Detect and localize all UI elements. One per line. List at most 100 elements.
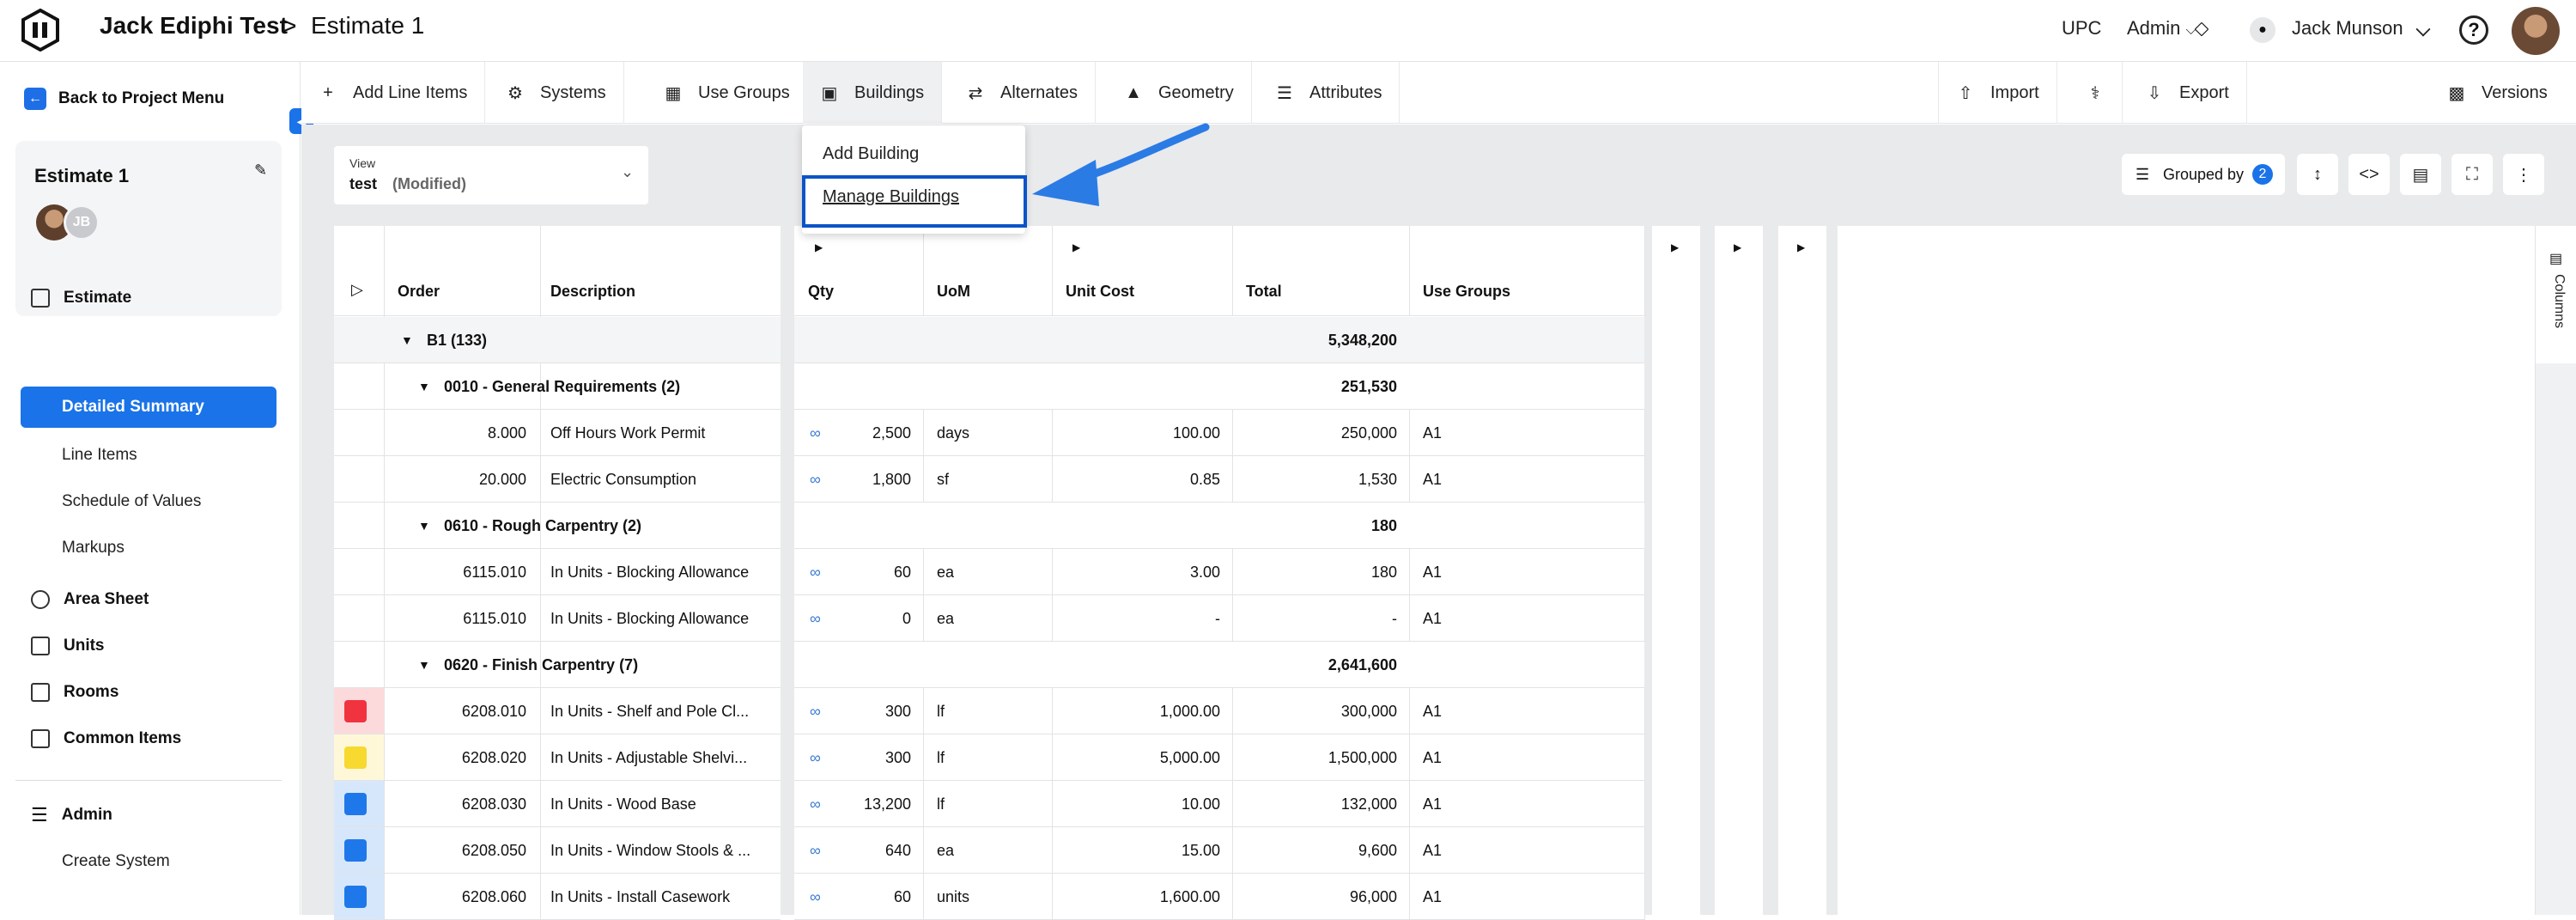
total-cell[interactable]: 1,530: [1232, 456, 1409, 503]
total-cell[interactable]: -: [1232, 595, 1409, 642]
unit-cost-cell[interactable]: 1,600.00: [1052, 874, 1232, 920]
unit-cost-cell[interactable]: 100.00: [1052, 410, 1232, 456]
systems-button[interactable]: ⚙ Systems: [489, 62, 624, 124]
link-icon[interactable]: ∞: [810, 595, 821, 642]
header-unit-cost[interactable]: Unit Cost: [1066, 283, 1134, 301]
color-tag[interactable]: [344, 839, 367, 862]
audit-button[interactable]: ⚕: [2069, 62, 2123, 124]
expand-collapse-icon[interactable]: ↕: [2297, 154, 2338, 195]
total-cell[interactable]: 300,000: [1232, 688, 1409, 734]
description-cell[interactable]: Off Hours Work Permit: [550, 410, 705, 456]
total-cell[interactable]: 9,600: [1232, 827, 1409, 874]
description-cell[interactable]: In Units - Install Casework: [550, 874, 730, 920]
help-icon[interactable]: ?: [2459, 15, 2488, 45]
use-group-cell[interactable]: A1: [1409, 595, 1644, 642]
table-row[interactable]: 20.000 Electric Consumption: [334, 456, 781, 503]
color-tag[interactable]: [344, 793, 367, 815]
versions-button[interactable]: ▩ Versions: [2430, 62, 2565, 124]
unit-cost-cell[interactable]: 3.00: [1052, 549, 1232, 595]
group-row[interactable]: 180: [794, 503, 1644, 549]
use-group-cell[interactable]: A1: [1409, 410, 1644, 456]
avatar[interactable]: [2512, 7, 2560, 55]
sidebar-item-estimate[interactable]: Estimate: [31, 289, 131, 308]
geometry-button[interactable]: ▲ Geometry: [1107, 62, 1252, 124]
add-building-menu-item[interactable]: Add Building: [823, 144, 919, 164]
user-menu[interactable]: Jack Munson: [2292, 17, 2403, 40]
sidebar-item-common-items[interactable]: Common Items: [31, 729, 181, 748]
table-row[interactable]: 6208.030 In Units - Wood Base: [334, 781, 781, 827]
table-row[interactable]: 6208.060 In Units - Install Casework: [334, 874, 781, 920]
table-row[interactable]: 6208.020 In Units - Adjustable Shelvi...: [334, 734, 781, 781]
unit-cost-cell[interactable]: 10.00: [1052, 781, 1232, 827]
columns-tab[interactable]: Columns ▤: [2535, 226, 2576, 363]
group-row[interactable]: ▼ 0620 - Finish Carpentry (7): [334, 642, 781, 688]
chevron-down-icon[interactable]: [2415, 21, 2431, 37]
app-logo-icon[interactable]: [21, 9, 60, 52]
group-row[interactable]: ▼ 0610 - Rough Carpentry (2): [334, 503, 781, 549]
use-group-cell[interactable]: A1: [1409, 734, 1644, 781]
group-row[interactable]: ▼ B1 (133): [334, 317, 781, 363]
uom-cell[interactable]: ea: [923, 827, 1052, 874]
use-group-cell[interactable]: A1: [1409, 456, 1644, 503]
uom-cell[interactable]: lf: [923, 781, 1052, 827]
header-order[interactable]: Order: [398, 283, 440, 301]
link-icon[interactable]: ∞: [810, 781, 821, 827]
table-row[interactable]: 13,200 lf 10.00 132,000 A1 ∞: [794, 781, 1645, 827]
total-cell[interactable]: 180: [1232, 549, 1409, 595]
link-icon[interactable]: ∞: [810, 456, 821, 503]
export-button[interactable]: ⇩ Export: [2128, 62, 2247, 124]
table-row[interactable]: 60 units 1,600.00 96,000 A1 ∞: [794, 874, 1645, 920]
caret-right-icon[interactable]: ▶: [1797, 241, 1805, 253]
company-label[interactable]: UPC: [2062, 17, 2101, 40]
sidebar-item-line-items[interactable]: Line Items: [62, 446, 137, 465]
grouped-by-button[interactable]: ☰ Grouped by 2: [2122, 154, 2285, 195]
fullscreen-icon[interactable]: ⛶: [2451, 154, 2493, 195]
unit-cost-cell[interactable]: 5,000.00: [1052, 734, 1232, 781]
header-qty[interactable]: Qty: [808, 283, 834, 301]
total-cell[interactable]: 96,000: [1232, 874, 1409, 920]
uom-cell[interactable]: lf: [923, 688, 1052, 734]
header-uom[interactable]: UoM: [937, 283, 970, 301]
order-cell[interactable]: 6208.010: [384, 688, 540, 734]
link-icon[interactable]: ∞: [810, 410, 821, 456]
order-cell[interactable]: 20.000: [384, 456, 540, 503]
caret-down-icon[interactable]: ▼: [418, 642, 430, 688]
group-row[interactable]: 5,348,200: [794, 317, 1644, 363]
use-group-cell[interactable]: A1: [1409, 781, 1644, 827]
uom-cell[interactable]: ea: [923, 549, 1052, 595]
sidebar-item-create-system[interactable]: Create System: [62, 852, 170, 871]
color-tag[interactable]: [344, 746, 367, 769]
table-row[interactable]: 300 lf 1,000.00 300,000 A1 ∞: [794, 688, 1645, 734]
uom-cell[interactable]: units: [923, 874, 1052, 920]
sidebar-item-rooms[interactable]: Rooms: [31, 683, 118, 702]
group-row[interactable]: 251,530: [794, 363, 1644, 410]
unit-cost-cell[interactable]: -: [1052, 595, 1232, 642]
caret-right-icon[interactable]: ▶: [1671, 241, 1679, 253]
view-selector[interactable]: View test (Modified) ⌄: [334, 146, 648, 204]
use-group-cell[interactable]: A1: [1409, 549, 1644, 595]
total-cell[interactable]: 250,000: [1232, 410, 1409, 456]
unit-cost-cell[interactable]: 0.85: [1052, 456, 1232, 503]
uom-cell[interactable]: days: [923, 410, 1052, 456]
order-cell[interactable]: 8.000: [384, 410, 540, 456]
header-total[interactable]: Total: [1246, 283, 1282, 301]
description-cell[interactable]: In Units - Blocking Allowance: [550, 595, 749, 642]
link-icon[interactable]: ∞: [810, 874, 821, 920]
description-cell[interactable]: Electric Consumption: [550, 456, 696, 503]
color-tag[interactable]: [344, 700, 367, 722]
sidebar-item-area-sheet[interactable]: Area Sheet: [31, 590, 149, 609]
use-group-cell[interactable]: A1: [1409, 874, 1644, 920]
sidebar-item-schedule-of-values[interactable]: Schedule of Values: [62, 492, 201, 511]
buildings-button[interactable]: ▣ Buildings: [803, 62, 943, 124]
link-icon[interactable]: ∞: [810, 549, 821, 595]
order-cell[interactable]: 6208.050: [384, 827, 540, 874]
caret-down-icon[interactable]: ▼: [418, 363, 430, 410]
description-cell[interactable]: In Units - Adjustable Shelvi...: [550, 734, 747, 781]
uom-cell[interactable]: sf: [923, 456, 1052, 503]
sidebar-item-markups[interactable]: Markups: [62, 539, 125, 557]
header-use-groups[interactable]: Use Groups: [1423, 283, 1510, 301]
caret-right-icon[interactable]: ▶: [1072, 241, 1080, 253]
color-tag[interactable]: [344, 886, 367, 908]
caret-down-icon[interactable]: ▼: [418, 503, 430, 549]
table-row[interactable]: 6115.010 In Units - Blocking Allowance: [334, 595, 781, 642]
